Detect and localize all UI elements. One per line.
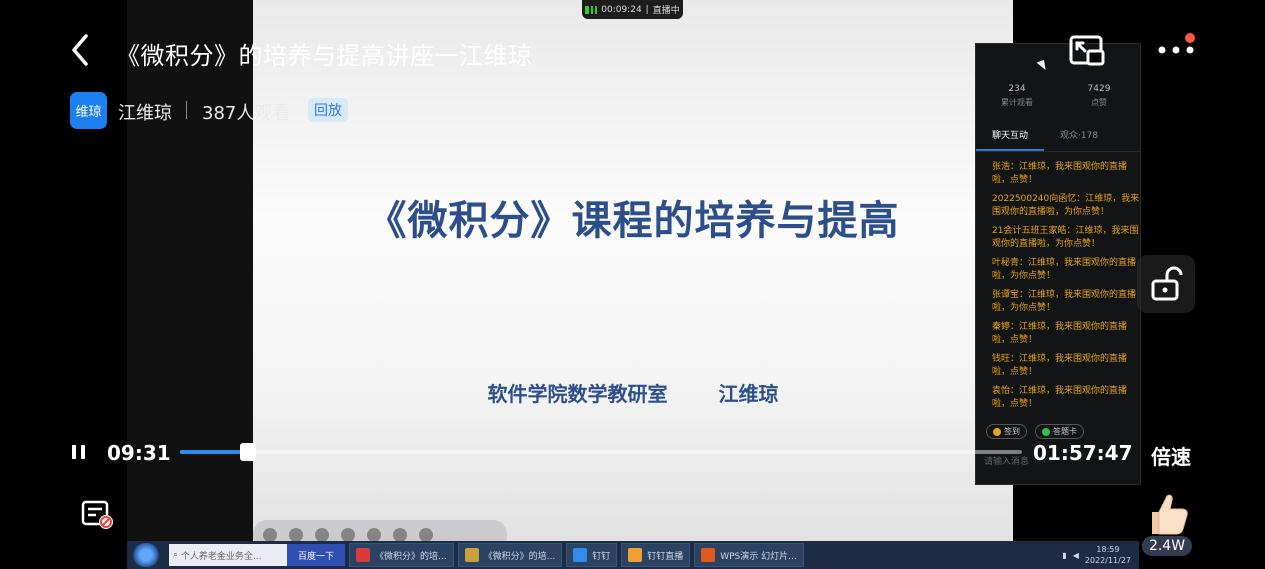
more-icon — [419, 528, 433, 542]
wps-icon — [356, 548, 370, 562]
pause-icon — [72, 445, 76, 459]
playback-speed-button[interactable]: 倍速 — [1151, 441, 1191, 470]
note-icon — [393, 528, 407, 542]
taskbar-search-input: ⌕ 个人养老金业务全... — [169, 544, 287, 566]
duration: 01:57:47 — [1033, 441, 1133, 465]
slide-presenter: 江维琼 — [718, 382, 779, 406]
checkin-button[interactable]: 签到 — [986, 424, 1027, 439]
chat-message: 叶秘青：江维琼，我来围观你的直播啦，为你点赞！ — [992, 258, 1137, 281]
viewer-count: 387人观看 — [202, 103, 291, 124]
windows-start-icon — [131, 543, 161, 567]
tab-chat[interactable]: 聊天互动 — [976, 129, 1045, 151]
recording-badge: 00:09:24 | 直播中 — [582, 0, 683, 19]
search-icon: ⌕ — [173, 550, 181, 560]
chat-message: 2022500240向函忆：江维琼，我来围观你的直播啦，为你点赞！ — [992, 194, 1140, 217]
network-icon: ▮ — [1062, 550, 1067, 560]
danmaku-off-icon — [81, 500, 113, 529]
chat-message-list: 张浩：江维琼，我来围观你的直播啦，点赞！ 2022500240向函忆：江维琼，我… — [992, 161, 1140, 417]
answer-card-icon — [1042, 427, 1050, 436]
camera-icon — [367, 528, 381, 542]
prev-icon — [263, 528, 277, 542]
chat-message: 张谭宝：江维琼，我来围观你的直播啦，为你点赞！ — [992, 290, 1137, 313]
dingtalk-icon — [573, 548, 588, 562]
avatar[interactable]: 维琼 — [70, 92, 107, 129]
chat-actions: 签到 答题卡 — [986, 424, 1084, 439]
slide-department: 软件学院数学教研室 — [487, 382, 668, 406]
current-time: 09:31 — [107, 441, 171, 465]
capture-icon — [341, 528, 355, 542]
slide-subtitle: 软件学院数学教研室 江维琼 — [253, 378, 1013, 407]
chat-message: 袁怡：江维琼，我来围观你的直播啦，点赞！ — [992, 386, 1128, 409]
taskbar-search-button: 百度一下 — [287, 544, 345, 566]
stream-taskbar: ⌕ 个人养老金业务全... 百度一下 《微积分》的培... 《微积分》的培...… — [127, 541, 1139, 569]
tab-audience[interactable]: 观众·178 — [1044, 129, 1114, 151]
taskbar-item: 《微积分》的培... — [349, 543, 454, 567]
taskbar-item: 钉钉直播 — [621, 543, 691, 567]
chat-message: 张浩：江维琼，我来围观你的直播啦，点赞！ — [992, 162, 1128, 185]
more-button[interactable] — [1155, 33, 1199, 67]
answer-card-button[interactable]: 答题卡 — [1035, 424, 1084, 439]
folder-icon — [464, 548, 479, 562]
stat-views: 234 累计观看 — [1001, 84, 1033, 107]
signal-icon — [585, 5, 598, 14]
next-icon — [289, 528, 303, 542]
volume-icon: ◀ — [1072, 550, 1079, 560]
chat-message: 秦婷：江维琼，我来围观你的直播啦，点赞！ — [992, 322, 1128, 345]
taskbar-clock: 18:59 2022/11/27 — [1084, 545, 1131, 565]
video-title: 《微积分》的培养与提高讲座一江维琼 — [116, 42, 533, 70]
chat-input[interactable]: 请输入消息 — [984, 454, 1029, 467]
pen-icon — [315, 528, 329, 542]
presentation-slide: 《微积分》课程的培养与提高 软件学院数学教研室 江维琼 — [253, 0, 1013, 541]
unlock-icon — [1151, 266, 1183, 301]
chat-panel: 234 累计观看 7429 点赞 聊天互动 观众·178 张浩：江维琼，我来围观… — [975, 43, 1141, 485]
mouse-cursor-icon — [1036, 59, 1048, 73]
checkin-icon — [993, 427, 1001, 436]
progress-bar[interactable] — [180, 450, 1022, 454]
pause-button[interactable] — [68, 440, 90, 464]
pip-button[interactable] — [1068, 34, 1106, 68]
progress-fill — [180, 450, 249, 454]
taskbar-item: 《微积分》的培... — [457, 543, 563, 567]
slide-title: 《微积分》课程的培养与提高 — [366, 198, 900, 244]
notification-dot-icon — [1185, 33, 1195, 43]
more-dots-icon — [1158, 33, 1195, 54]
divider — [186, 101, 187, 119]
live-icon — [628, 548, 643, 562]
thumbs-up-icon — [1152, 494, 1188, 535]
taskbar-item: WPS演示 幻灯片... — [694, 543, 804, 567]
chat-message: 钱旺：江维琼，我来围观你的直播啦，点赞！ — [992, 354, 1128, 377]
chat-message: 21会计五班王家皓：江维琼，我来围观你的直播啦，为你点赞！ — [992, 226, 1139, 249]
replay-badge: 回放 — [308, 98, 348, 122]
recording-status: 直播中 — [652, 6, 680, 16]
screen-lock-button[interactable] — [1137, 255, 1195, 313]
taskbar-item: 钉钉 — [566, 543, 618, 567]
like-count: 2.4W — [1142, 536, 1192, 556]
host-name[interactable]: 江维琼 — [118, 99, 172, 125]
back-button[interactable] — [66, 32, 98, 68]
back-arrow-icon — [72, 34, 88, 66]
stat-likes: 7429 点赞 — [1087, 84, 1111, 107]
chat-tabs: 聊天互动 观众·178 — [976, 129, 1140, 152]
danmaku-toggle-button[interactable] — [80, 498, 116, 532]
picture-in-picture-icon — [1069, 35, 1105, 66]
progress-thumb[interactable] — [240, 443, 257, 461]
recording-elapsed: 00:09:24 — [601, 4, 642, 15]
system-tray: ▮ ◀ 18:59 2022/11/27 — [1062, 544, 1131, 566]
slideshow-icon — [701, 548, 716, 562]
chat-stats: 234 累计观看 7429 点赞 — [976, 84, 1140, 108]
